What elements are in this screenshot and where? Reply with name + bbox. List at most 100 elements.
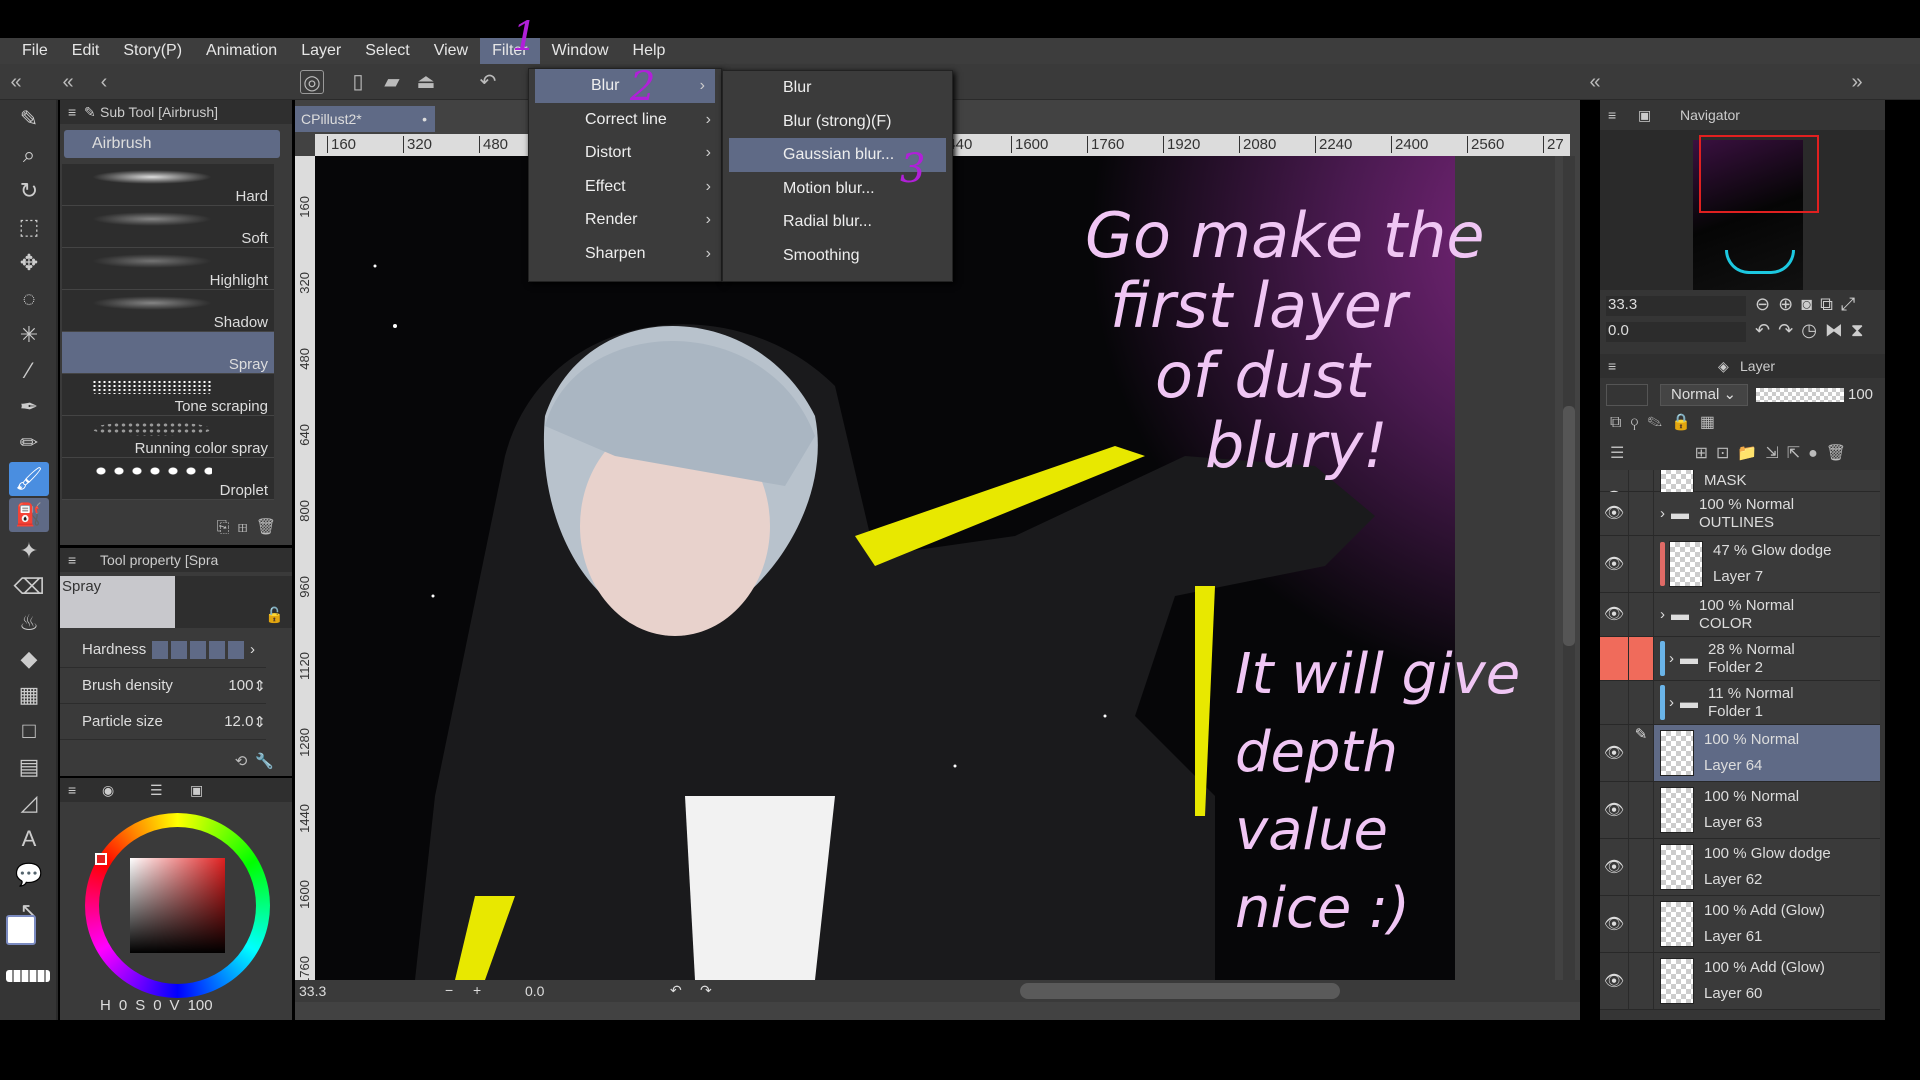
chevron-right-icon[interactable]: › (250, 641, 255, 658)
brush-soft[interactable]: Soft (62, 206, 274, 248)
pencil-icon[interactable]: ✎ (1628, 725, 1654, 781)
layer-list-icon[interactable]: ☰ (1610, 445, 1632, 462)
new-raster-layer-icon[interactable]: ⊞ (1695, 445, 1716, 462)
layer-lock-toggle[interactable] (1628, 681, 1654, 724)
blur-item-radial-blur[interactable]: Radial blur... (723, 205, 952, 239)
navigator-zoom-slider[interactable]: 33.3 (1606, 296, 1746, 316)
brush-tool-icon[interactable]: 🖌 (9, 462, 49, 496)
layer-lock-toggle[interactable] (1628, 896, 1654, 952)
layer-row[interactable]: 👁 100 % Add (Glow) Layer 60 (1600, 953, 1880, 1010)
lasso-select-icon[interactable]: ◌ (9, 282, 49, 316)
flip-vertical-icon[interactable]: ⧗ (1851, 320, 1872, 340)
new-file-icon[interactable]: ▯ (346, 70, 370, 94)
lock-icon[interactable]: 🔒 (1671, 414, 1700, 431)
layer-row[interactable]: 👁 MASK (1600, 470, 1880, 507)
visibility-eye-icon[interactable]: 👁 (1600, 470, 1628, 507)
clip-icon[interactable]: ⧉ (1610, 414, 1630, 431)
filter-menu-distort[interactable]: Distort › (529, 136, 721, 170)
new-vector-layer-icon[interactable]: ⊡ (1716, 445, 1737, 462)
pen-tab-icon[interactable]: ✎ (9, 102, 49, 136)
eraser-icon[interactable]: ⌫ (9, 570, 49, 604)
horizontal-scrollbar[interactable] (1020, 983, 1340, 999)
collapse-icon[interactable]: « (56, 70, 80, 94)
menu-window[interactable]: Window (540, 38, 621, 64)
app-logo-icon[interactable]: ◎ (300, 70, 324, 94)
color-wheel-tab-icon[interactable]: ◉ (102, 778, 114, 802)
eyedropper-icon[interactable]: ⁄ (9, 354, 49, 388)
undo-icon[interactable]: ↶ (476, 70, 500, 94)
brush-highlight[interactable]: Highlight (62, 248, 274, 290)
blur-item-smoothing[interactable]: Smoothing (723, 239, 952, 273)
filter-menu-correct-line[interactable]: Correct line › (529, 103, 721, 137)
menu-select[interactable]: Select (353, 38, 421, 64)
rotate-tool-icon[interactable]: ↻ (9, 174, 49, 208)
brush-spray[interactable]: Spray (62, 332, 274, 374)
layer-lock-toggle[interactable] (1628, 492, 1654, 535)
stepper-icon[interactable]: ⇕ (253, 677, 266, 695)
brush-density-value[interactable]: 100 (228, 677, 253, 694)
filter-menu-render[interactable]: Render › (529, 203, 721, 237)
reference-icon[interactable]: ⚲ (1630, 414, 1647, 431)
rotation-value[interactable]: 0.0 (525, 983, 544, 999)
visibility-eye-icon[interactable] (1600, 681, 1628, 724)
gradient-tool-icon[interactable]: ▦ (9, 678, 49, 712)
layer-row[interactable]: › ▬ 28 % Normal Folder 2 (1600, 637, 1880, 681)
delete-subtool-icon[interactable]: 🗑 (256, 519, 284, 536)
layer-lock-toggle[interactable] (1628, 593, 1654, 636)
layer-row[interactable]: 👁 ✎ 100 % Normal Layer 64 (1600, 725, 1880, 782)
layer-lock-toggle[interactable] (1628, 953, 1654, 1009)
layer-color-dropdown[interactable] (1606, 384, 1648, 406)
layer-row[interactable]: 👁 100 % Normal Layer 63 (1600, 782, 1880, 839)
navigator-rotation-slider[interactable]: 0.0 (1606, 322, 1746, 342)
rotate-left-icon[interactable]: ↶ (670, 982, 682, 999)
collapse-right-icon[interactable]: « (1583, 70, 1607, 94)
visibility-eye-icon[interactable]: 👁 (1600, 896, 1628, 952)
expand-folder-icon[interactable]: › (1660, 606, 1665, 623)
balloon-tool-icon[interactable]: 💬 (9, 858, 49, 892)
color-set-tab-icon[interactable]: ▣ (190, 778, 203, 802)
visibility-eye-icon[interactable] (1600, 637, 1628, 680)
transparent-color-swatch[interactable] (6, 970, 50, 982)
stepper-icon[interactable]: ⇕ (253, 713, 266, 731)
expand-right-icon[interactable]: » (1845, 70, 1869, 94)
main-color-swatch[interactable] (6, 915, 36, 945)
draft-icon[interactable]: ✎ (1647, 414, 1671, 431)
layer-row[interactable]: 👁 100 % Add (Glow) Layer 61 (1600, 896, 1880, 953)
filter-menu-sharpen[interactable]: Sharpen › (529, 237, 721, 271)
layer-row[interactable]: 👁 › ▬ 100 % Normal COLOR (1600, 593, 1880, 637)
zoom-in-icon[interactable]: + (473, 982, 481, 998)
zoom-value[interactable]: 33.3 (299, 983, 326, 999)
merge-down-icon[interactable]: ⇱ (1787, 445, 1808, 462)
fill-tool-icon[interactable]: ◆ (9, 642, 49, 676)
ruler-tool-icon[interactable]: ◿ (9, 786, 49, 820)
vertical-scrollbar[interactable] (1563, 156, 1575, 980)
unlock-icon[interactable]: 🔓 (265, 606, 284, 624)
visibility-eye-icon[interactable]: 👁 (1600, 536, 1628, 592)
layer-lock-toggle[interactable] (1628, 536, 1654, 592)
saturation-value-square[interactable] (130, 858, 225, 953)
brush-droplet[interactable]: Droplet (62, 458, 274, 500)
layer-row[interactable]: 👁 100 % Glow dodge Layer 62 (1600, 839, 1880, 896)
move-tool-icon[interactable]: ✥ (9, 246, 49, 280)
layer-panel-title[interactable]: Layer (1740, 358, 1775, 374)
sub-tool-group-airbrush[interactable]: Airbrush (64, 130, 280, 158)
blur-item-blur[interactable]: Blur (723, 71, 952, 105)
hardness-selector[interactable] (152, 640, 244, 659)
visibility-eye-icon[interactable]: 👁 (1600, 725, 1628, 781)
layer-lock-toggle[interactable] (1628, 470, 1654, 491)
frame-tool-icon[interactable]: ▤ (9, 750, 49, 784)
visibility-eye-icon[interactable]: 👁 (1600, 593, 1628, 636)
blur-item-blur-strong[interactable]: Blur (strong)(F) (723, 105, 952, 139)
visibility-eye-icon[interactable]: 👁 (1600, 782, 1628, 838)
menu-view[interactable]: View (422, 38, 480, 64)
rotate-right-icon[interactable]: ↷ (700, 982, 712, 999)
menu-icon[interactable]: ≡ (68, 100, 76, 124)
brush-running-color-spray[interactable]: Running color spray (62, 416, 274, 458)
rotate-left-icon[interactable]: ↶ (1755, 320, 1778, 340)
navigator-title[interactable]: Navigator (1680, 107, 1740, 123)
visibility-eye-icon[interactable]: 👁 (1600, 839, 1628, 895)
zoom-out-icon[interactable]: ⊖ (1755, 294, 1778, 314)
transfer-down-icon[interactable]: ⇲ (1765, 445, 1786, 462)
reset-rotation-icon[interactable]: ◷ (1801, 320, 1825, 340)
layer-row[interactable]: 👁 › ▬ 100 % Normal OUTLINES (1600, 492, 1880, 536)
